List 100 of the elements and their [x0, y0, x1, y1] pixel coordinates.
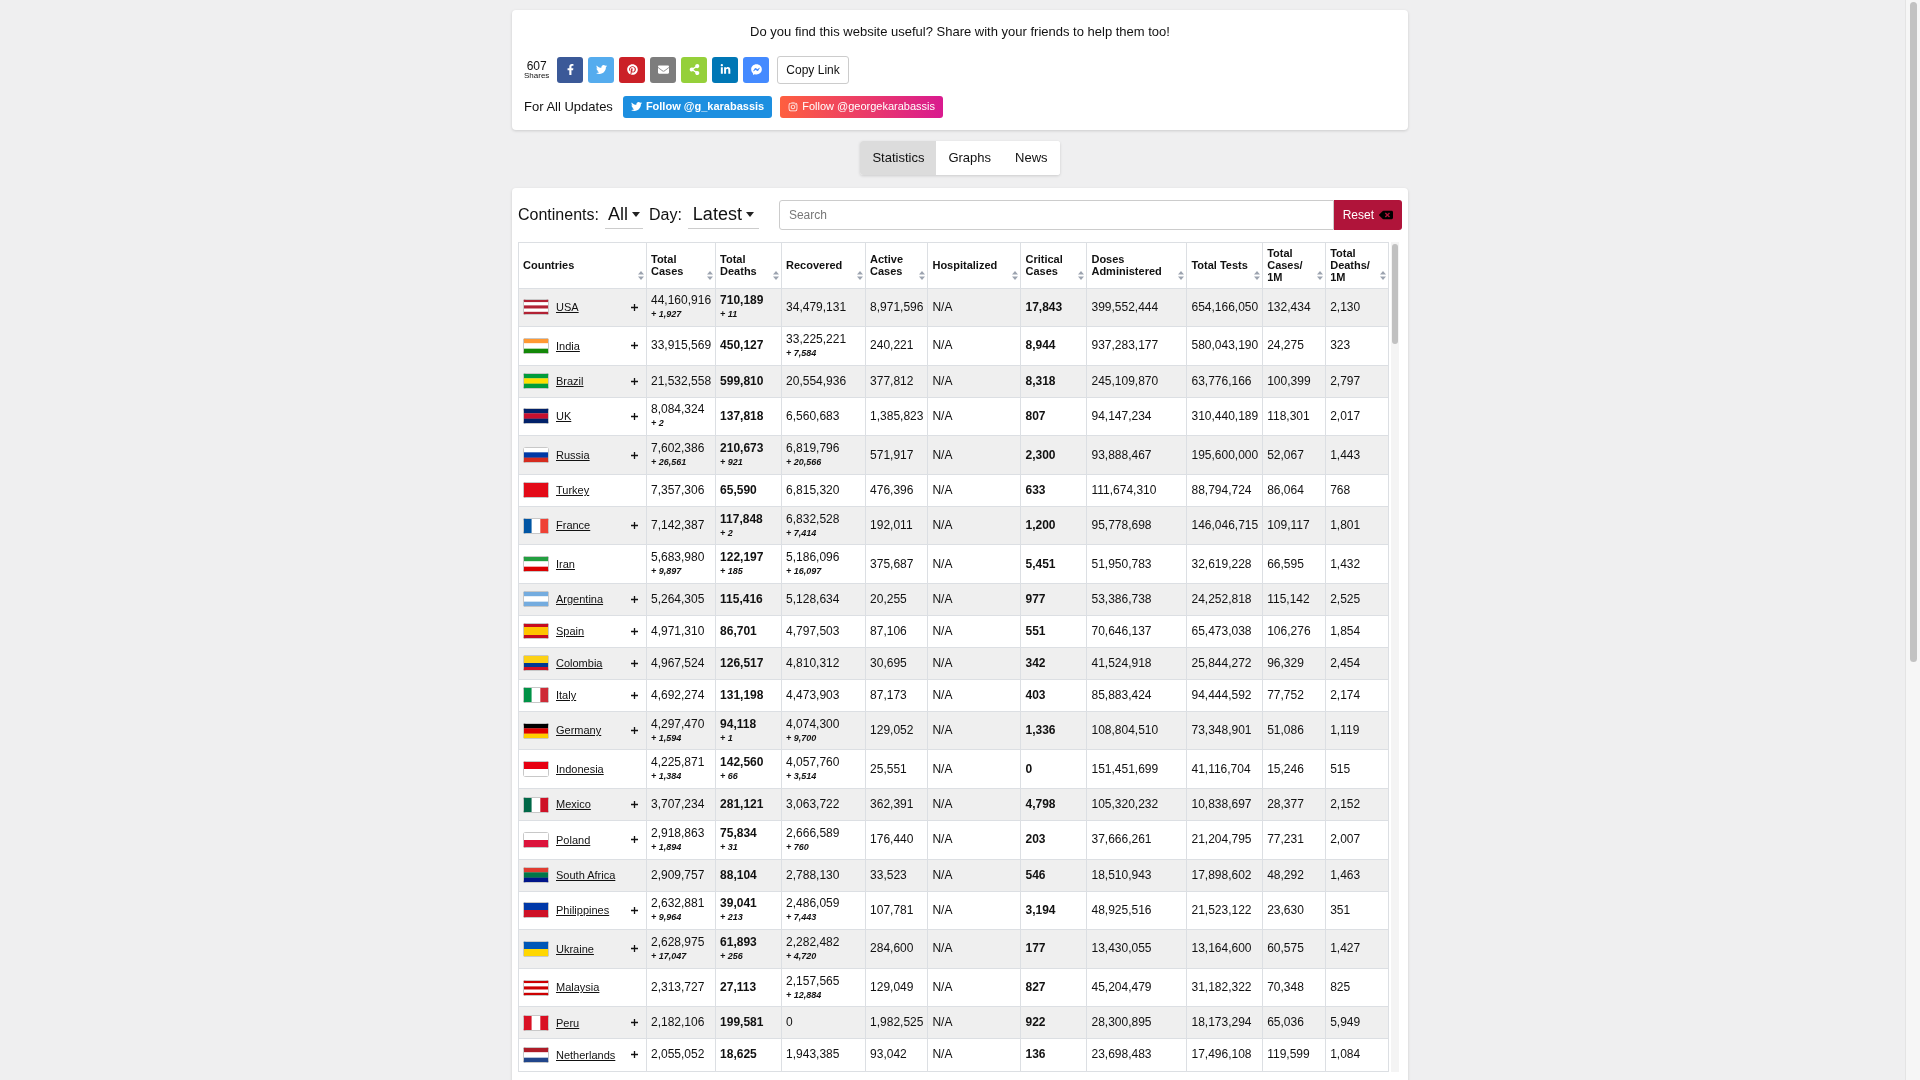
table-cell: 15,246	[1262, 749, 1326, 789]
flag-icon	[523, 408, 549, 425]
follow-button[interactable]: Follow @georgekarabassis	[780, 95, 944, 118]
country-link[interactable]: Italy	[556, 687, 577, 704]
search-field[interactable]: Search	[778, 199, 1334, 230]
country-link[interactable]: Spain	[556, 623, 585, 640]
column-header[interactable]: Total Cases	[646, 242, 716, 288]
table-cell: 95,778,698	[1086, 506, 1187, 545]
plus-icon[interactable]	[631, 522, 638, 530]
plus-icon[interactable]	[631, 596, 638, 603]
country-link[interactable]: USA	[556, 299, 579, 316]
country-link[interactable]: Malaysia	[556, 979, 600, 996]
table-cell: 827	[1020, 968, 1087, 1007]
country-link[interactable]: Iran	[556, 555, 575, 573]
table-cell: 53,386,738	[1086, 583, 1187, 616]
country-link[interactable]: France	[556, 517, 591, 534]
share-button[interactable]	[650, 56, 677, 83]
country-link[interactable]: Philippines	[556, 902, 610, 919]
continents-label: Continents:	[518, 204, 599, 225]
column-header[interactable]: Total Deaths	[715, 242, 782, 288]
plus-icon[interactable]	[631, 945, 638, 953]
table-cell: 25,551	[865, 749, 928, 789]
country-link[interactable]: UK	[556, 408, 572, 425]
table-cell: 21,204,795	[1186, 820, 1263, 860]
plus-icon[interactable]	[631, 412, 638, 420]
country-link[interactable]: Colombia	[556, 655, 603, 672]
reset-button[interactable]: Reset	[1333, 199, 1402, 230]
copy-link-button[interactable]: Copy Link	[777, 55, 849, 84]
day-dropdown[interactable]: Latest	[687, 200, 759, 229]
country-link[interactable]: Netherlands	[556, 1046, 616, 1064]
table-cell: 96,329	[1262, 647, 1326, 680]
country-link[interactable]: Poland	[556, 831, 591, 849]
table-cell: 2,486,059 + 7,443	[781, 891, 866, 930]
table-cell: 129,052	[865, 711, 928, 750]
table-cell: 1,801	[1325, 506, 1389, 545]
plus-icon[interactable]	[631, 906, 638, 914]
continent-dropdown[interactable]: All	[604, 200, 643, 229]
flag-icon	[523, 655, 549, 672]
table-cell: 4,967,524	[646, 647, 716, 680]
share-button[interactable]	[619, 56, 646, 83]
column-header[interactable]: Total Tests	[1186, 242, 1263, 288]
country-link[interactable]: India	[556, 337, 580, 355]
table-cell: 310,440,189	[1186, 397, 1263, 436]
tab[interactable]: Graphs	[936, 140, 1004, 175]
column-header[interactable]: Critical Cases	[1020, 242, 1087, 288]
column-header[interactable]: Countries	[518, 242, 647, 288]
column-header[interactable]: Hospitalized	[927, 242, 1021, 288]
country-link[interactable]: Russia	[556, 446, 590, 464]
country-link[interactable]: Brazil	[556, 372, 584, 390]
table-cell: 922	[1020, 1006, 1087, 1039]
column-header[interactable]: Active Cases	[865, 242, 928, 288]
share-prompt: Do you find this website useful? Share with your friends to help them too!	[749, 23, 1171, 41]
table-cell: 37,666,261	[1086, 820, 1187, 860]
column-header[interactable]: Total Deaths/ 1M	[1325, 242, 1389, 288]
flag-icon	[523, 979, 549, 996]
country-link[interactable]: South Africa	[556, 866, 616, 884]
plus-icon[interactable]	[631, 1019, 638, 1027]
tab[interactable]: Statistics	[860, 140, 937, 175]
table-cell: 33,523	[865, 859, 928, 892]
flag-icon	[523, 941, 549, 957]
plus-icon[interactable]	[631, 303, 638, 311]
country-link[interactable]: Argentina	[556, 591, 604, 608]
table-cell: 65,036	[1262, 1006, 1326, 1039]
table-cell: 7,142,387	[646, 506, 716, 545]
page-scrollbar[interactable]	[1905, 0, 1920, 1080]
column-header[interactable]: Recovered	[781, 242, 866, 288]
table-cell: 86,701	[715, 615, 782, 648]
country-link[interactable]: Turkey	[556, 482, 590, 499]
share-button[interactable]	[743, 56, 770, 83]
table-scrollbar[interactable]	[1391, 241, 1400, 1072]
country-link[interactable]: Peru	[556, 1014, 580, 1032]
plus-icon[interactable]	[631, 659, 638, 667]
country-link[interactable]: Ukraine	[556, 940, 594, 958]
country-link[interactable]: Mexico	[556, 796, 591, 813]
column-header[interactable]: Total Cases/ 1M	[1262, 242, 1326, 288]
table-cell: 546	[1020, 859, 1087, 892]
share-button[interactable]	[712, 56, 739, 83]
table-cell: 2,182,106	[646, 1006, 716, 1039]
plus-icon[interactable]	[631, 627, 638, 635]
share-count: 607	[526, 59, 547, 72]
plus-icon[interactable]	[631, 801, 638, 809]
table-cell: 21,523,122	[1186, 891, 1263, 930]
plus-icon[interactable]	[631, 727, 638, 735]
table-cell: 20,554,936	[781, 365, 866, 398]
flag-icon	[523, 337, 549, 354]
plus-icon[interactable]	[631, 836, 638, 844]
plus-icon[interactable]	[631, 691, 638, 699]
plus-icon[interactable]	[631, 451, 638, 459]
plus-icon[interactable]	[631, 342, 638, 350]
country-link[interactable]: Indonesia	[556, 761, 604, 778]
table-cell: 24,252,818	[1186, 583, 1263, 616]
plus-icon[interactable]	[631, 377, 638, 385]
country-link[interactable]: Germany	[556, 722, 602, 739]
plus-icon[interactable]	[631, 1051, 638, 1059]
table-cell: 1,463	[1325, 859, 1389, 892]
table-cell: 1,943,385	[781, 1038, 866, 1071]
tab[interactable]: News	[1003, 140, 1060, 175]
share-button[interactable]	[557, 56, 584, 83]
flag-icon	[523, 796, 549, 813]
column-header[interactable]: Doses Administered	[1086, 242, 1187, 288]
